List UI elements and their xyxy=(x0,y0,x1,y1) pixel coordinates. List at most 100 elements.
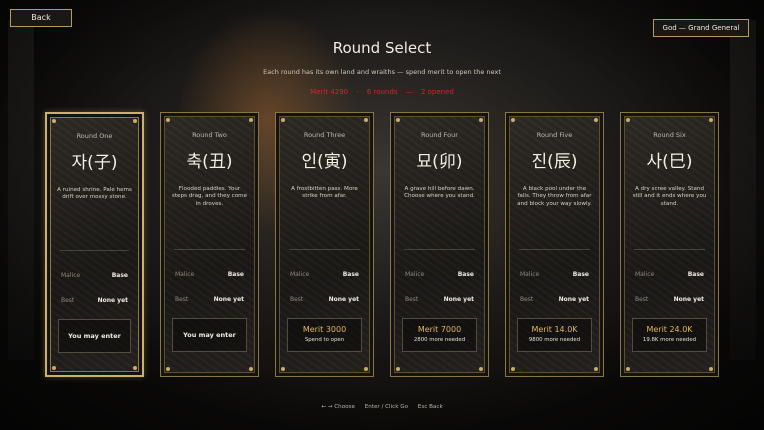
malice-value: Base xyxy=(342,271,359,278)
malice-value: Base xyxy=(111,272,128,279)
rivet-icon xyxy=(709,118,713,122)
round-count: 6 rounds xyxy=(366,88,398,96)
round-card-3[interactable]: Round Three 인(寅) A frostbitten pass. Mor… xyxy=(275,112,374,377)
round-card-5[interactable]: Round Five 진(辰) A black pool under the f… xyxy=(505,112,604,377)
malice-label: Malice xyxy=(175,271,195,278)
status-separator: · xyxy=(356,88,359,96)
divider xyxy=(60,250,129,251)
rivet-icon xyxy=(594,118,598,122)
best-label: Best xyxy=(405,296,419,303)
rivet-icon xyxy=(133,366,137,370)
merit-hint: 19.8K more needed xyxy=(642,337,697,343)
best-label: Best xyxy=(175,296,189,303)
best-value: None yet xyxy=(97,297,128,304)
round-card-4[interactable]: Round Four 묘(卯) A grave hill before dawn… xyxy=(390,112,489,377)
opened-count: 2 opened xyxy=(420,88,454,96)
round-name: 사(巳) xyxy=(646,152,693,172)
best-value: None yet xyxy=(213,296,244,303)
page-subtitle: Each round has its own land and wraiths … xyxy=(263,68,501,76)
merit-cost: Merit 7000 xyxy=(417,325,462,334)
rivet-icon xyxy=(511,118,515,122)
malice-value: Base xyxy=(687,271,704,278)
unlock-button[interactable]: Merit 14.0K 9800 more needed xyxy=(517,318,592,352)
malice-label: Malice xyxy=(520,271,540,278)
hint-choose: ← → Choose xyxy=(321,404,355,410)
merit-cost: Merit 24.0K xyxy=(646,325,693,334)
round-card-2[interactable]: Round Two 축(丑) Flooded paddies. Your ste… xyxy=(160,112,259,377)
best-label: Best xyxy=(290,296,304,303)
round-name: 인(寅) xyxy=(301,152,348,172)
action-label: You may enter xyxy=(183,331,236,339)
rivet-icon xyxy=(511,367,515,371)
rivet-icon xyxy=(709,367,713,371)
rivet-icon xyxy=(479,118,483,122)
round-description: A grave hill before dawn. Choose where y… xyxy=(404,186,475,200)
divider xyxy=(634,249,705,250)
malice-label: Malice xyxy=(61,272,81,279)
rivet-icon xyxy=(479,367,483,371)
page-title: Round Select xyxy=(332,39,432,57)
merit-cost: Merit 3000 xyxy=(302,325,347,334)
round-description: A frostbitten pass. More strike from afa… xyxy=(291,186,358,200)
round-label: Round Six xyxy=(653,131,686,139)
round-label: Round Five xyxy=(536,131,573,139)
rivet-icon xyxy=(249,118,253,122)
rivet-icon xyxy=(52,366,56,370)
merit-total: Merit 4290 xyxy=(310,88,349,96)
best-label: Best xyxy=(61,297,75,304)
enter-button[interactable]: You may enter xyxy=(58,319,131,353)
unlock-button[interactable]: Merit 24.0K 19.8K more needed xyxy=(632,318,707,352)
status-separator: — xyxy=(405,88,413,96)
unlock-button[interactable]: Merit 7000 2800 more needed xyxy=(402,318,477,352)
round-name: 묘(卯) xyxy=(416,152,463,172)
malice-label: Malice xyxy=(635,271,655,278)
unlock-button[interactable]: Merit 3000 Spend to open xyxy=(287,318,362,352)
rivet-icon xyxy=(166,367,170,371)
round-description: A dry scree valley. Stand still and it e… xyxy=(632,186,707,207)
round-label: Round One xyxy=(76,132,113,140)
malice-value: Base xyxy=(572,271,589,278)
round-label: Round Three xyxy=(303,131,346,139)
best-value: None yet xyxy=(328,296,359,303)
merit-cost: Merit 14.0K xyxy=(531,325,578,334)
rivet-icon xyxy=(166,118,170,122)
malice-value: Base xyxy=(457,271,474,278)
round-label: Round Two xyxy=(192,131,227,139)
round-description: A black pool under the falls. They throw… xyxy=(517,186,592,207)
divider xyxy=(174,249,245,250)
rivet-icon xyxy=(594,367,598,371)
merit-hint: Spend to open xyxy=(304,337,345,343)
merit-hint: 2800 more needed xyxy=(413,337,466,343)
hint-go: Enter / Click Go xyxy=(364,404,409,410)
best-value: None yet xyxy=(558,296,589,303)
malice-label: Malice xyxy=(290,271,310,278)
hint-back: Esc Back xyxy=(417,404,443,410)
round-name: 축(丑) xyxy=(186,152,233,172)
best-label: Best xyxy=(635,296,649,303)
malice-value: Base xyxy=(227,271,244,278)
round-card-6[interactable]: Round Six 사(巳) A dry scree valley. Stand… xyxy=(620,112,719,377)
enter-button[interactable]: You may enter xyxy=(172,318,247,352)
round-name: 자(子) xyxy=(71,153,118,173)
rivet-icon xyxy=(249,367,253,371)
round-name: 진(辰) xyxy=(531,152,578,172)
round-description: Flooded paddies. Your steps drag, and th… xyxy=(171,186,248,207)
round-card-1[interactable]: Round One 자(子) A ruined shrine. Pale hem… xyxy=(45,112,144,377)
rivet-icon xyxy=(396,118,400,122)
divider xyxy=(289,249,360,250)
rivet-icon xyxy=(396,367,400,371)
rivet-icon xyxy=(133,119,137,123)
rivet-icon xyxy=(626,118,630,122)
round-label: Round Four xyxy=(421,131,458,139)
action-label: You may enter xyxy=(68,332,121,340)
control-hints: ← → Choose Enter / Click Go Esc Back xyxy=(0,404,764,410)
rivet-icon xyxy=(364,118,368,122)
rivet-icon xyxy=(626,367,630,371)
best-value: None yet xyxy=(443,296,474,303)
rivet-icon xyxy=(281,118,285,122)
rank-badge: God — Grand General xyxy=(653,19,749,37)
merit-status: Merit 4290 · 6 rounds — 2 opened xyxy=(0,88,764,96)
divider xyxy=(404,249,475,250)
back-button[interactable]: Back xyxy=(10,9,72,27)
divider xyxy=(519,249,590,250)
